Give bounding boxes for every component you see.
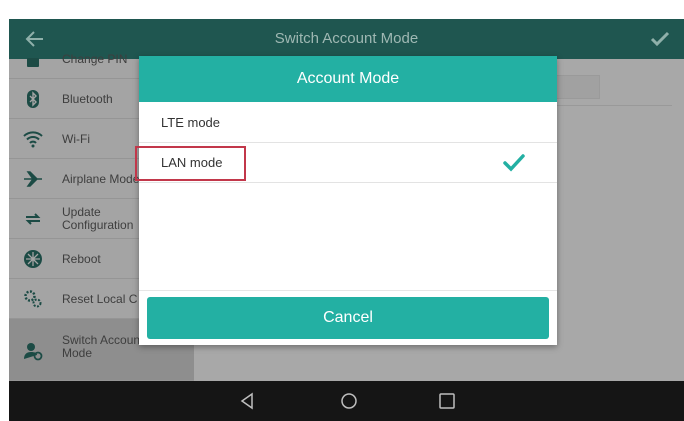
system-navigation-bar xyxy=(9,381,684,421)
nav-recents-icon[interactable] xyxy=(437,391,457,411)
wifi-icon xyxy=(23,131,43,148)
nav-home-icon[interactable] xyxy=(339,391,359,411)
airplane-icon xyxy=(24,171,42,187)
divider xyxy=(139,290,557,291)
reset-icon xyxy=(24,290,42,308)
phone-screen: Switch Account Mode Change PIN Bluetooth… xyxy=(9,19,684,421)
nav-back-icon[interactable] xyxy=(237,391,257,411)
sidebar-item-label: Change PIN xyxy=(62,51,128,66)
dropdown-field xyxy=(556,75,600,99)
sidebar-item-label: Switch Account Mode xyxy=(62,333,144,360)
lock-icon xyxy=(27,58,39,67)
option-lan-mode[interactable]: LAN mode xyxy=(135,143,557,183)
option-label: LAN mode xyxy=(161,155,223,170)
dialog-title: Account Mode xyxy=(139,56,557,102)
sync-icon xyxy=(25,213,41,225)
confirm-check-icon[interactable] xyxy=(650,29,670,49)
cancel-button[interactable]: Cancel xyxy=(147,297,549,339)
reboot-icon xyxy=(24,250,42,268)
sidebar-item-label: Wi-Fi xyxy=(62,131,90,146)
option-label: LTE mode xyxy=(161,115,221,130)
sidebar-item-label: Reboot xyxy=(62,251,101,266)
sidebar-item-label: Bluetooth xyxy=(62,91,113,106)
sidebar-item-label: Update Configuration xyxy=(62,205,134,232)
bluetooth-icon xyxy=(27,90,39,108)
option-lte-mode[interactable]: LTE mode xyxy=(139,103,557,143)
sidebar-item-label: Reset Local C xyxy=(62,291,138,306)
checkmark-icon xyxy=(503,154,525,172)
account-mode-dialog: Account Mode LTE mode LAN mode Cancel xyxy=(135,56,557,345)
sidebar-item-label: Airplane Mode xyxy=(62,171,140,186)
switch-account-icon xyxy=(24,343,43,361)
